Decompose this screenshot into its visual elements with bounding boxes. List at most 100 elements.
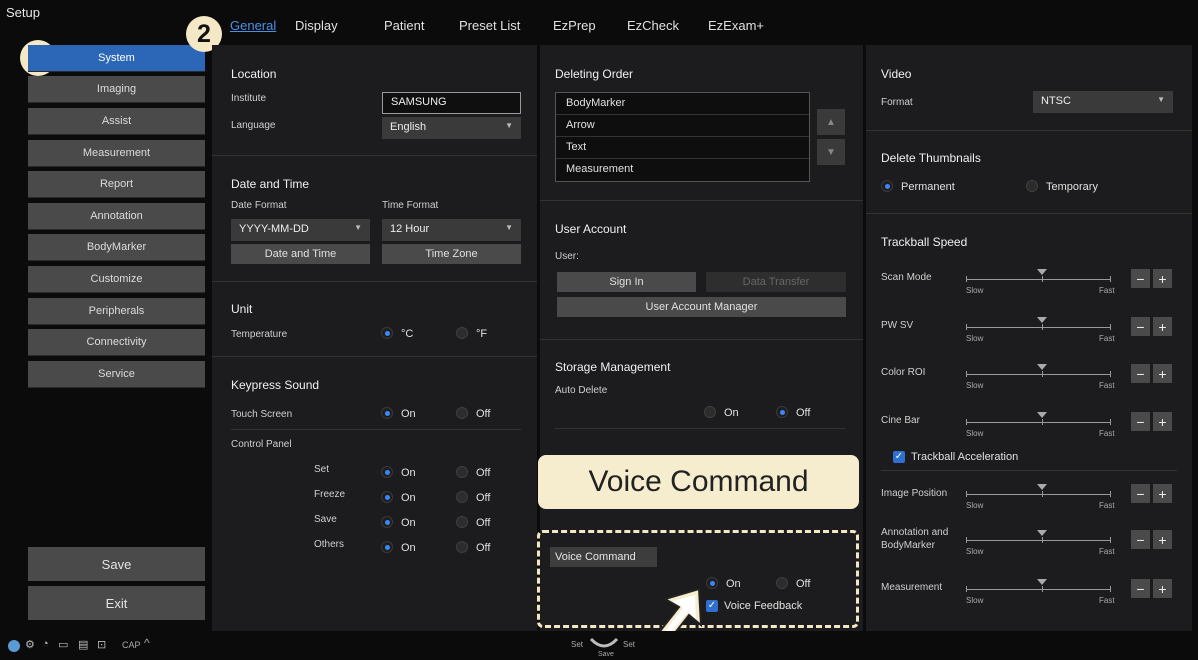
tab-display[interactable]: Display [295,18,338,33]
save-off-label: Off [476,517,491,529]
setup-window: Setup 1 System Imaging Assist Measuremen… [0,0,1198,660]
auto-delete-off-radio[interactable] [776,406,788,418]
minus-icon: − [1136,413,1145,430]
set-on-radio[interactable] [381,466,393,478]
minus-button[interactable]: − [1131,364,1150,383]
slider-thumb[interactable] [1037,579,1047,585]
minus-button[interactable]: − [1131,579,1150,598]
measurement-slider[interactable] [966,589,1111,590]
image-position-slider[interactable] [966,494,1111,495]
sidebar-item-service[interactable]: Service [28,361,205,388]
plus-button[interactable]: + [1153,412,1172,431]
tab-ezcheck[interactable]: EzCheck [627,18,679,33]
voice-on-label: On [726,578,741,590]
trackball-acceleration-checkbox[interactable]: ✓ [893,451,905,463]
sidebar-item-bodymarker[interactable]: BodyMarker [28,234,205,261]
color-roi-slider[interactable] [966,374,1111,375]
list-item[interactable]: BodyMarker [556,93,809,115]
slider-thumb[interactable] [1037,364,1047,370]
measurement-speed-label: Measurement [881,582,943,593]
plus-button[interactable]: + [1153,530,1172,549]
minus-button[interactable]: − [1131,484,1150,503]
data-transfer-button[interactable]: Data Transfer [706,272,846,292]
sidebar-item-connectivity[interactable]: Connectivity [28,329,205,356]
cine-bar-slider[interactable] [966,422,1111,423]
minus-button[interactable]: − [1131,317,1150,336]
list-item[interactable]: Text [556,137,809,159]
plus-button[interactable]: + [1153,269,1172,288]
tab-general[interactable]: General [230,18,276,33]
pw-sv-slider[interactable] [966,327,1111,328]
user-account-manager-button[interactable]: User Account Manager [557,297,846,317]
institute-input[interactable]: SAMSUNG [382,92,521,114]
tab-patient[interactable]: Patient [384,18,424,33]
annotation-bodymarker-slider[interactable] [966,540,1111,541]
video-format-select[interactable]: NTSC ▼ [1033,91,1173,113]
slider-thumb[interactable] [1037,317,1047,323]
move-up-button[interactable]: ▲ [817,109,845,135]
touch-off-radio[interactable] [456,407,468,419]
slow-label: Slow [966,429,984,438]
minus-button[interactable]: − [1131,269,1150,288]
fast-label: Fast [1099,334,1115,343]
others-off-radio[interactable] [456,541,468,553]
save-on-radio[interactable] [381,516,393,528]
slider-thumb[interactable] [1037,412,1047,418]
voice-off-radio[interactable] [776,577,788,589]
minus-icon: − [1136,580,1145,597]
date-and-time-button[interactable]: Date and Time [231,244,370,264]
tick [1042,586,1043,592]
touch-on-radio[interactable] [381,407,393,419]
plus-button[interactable]: + [1153,364,1172,383]
minus-button[interactable]: − [1131,530,1150,549]
move-down-button[interactable]: ▼ [817,139,845,165]
sign-in-button[interactable]: Sign In [557,272,696,292]
slider-thumb[interactable] [1037,530,1047,536]
unit-title: Unit [231,302,253,316]
save-button[interactable]: Save [28,547,205,581]
keypress-title: Keypress Sound [231,378,320,392]
sidebar-item-system[interactable]: System [28,45,205,72]
tick [1110,276,1111,282]
slider-thumb[interactable] [1037,484,1047,490]
chevron-up-icon[interactable]: ^ [144,636,150,650]
sidebar-item-annotation[interactable]: Annotation [28,203,205,230]
delete-thumbnails-title: Delete Thumbnails [881,151,981,165]
fahrenheit-radio[interactable] [456,327,468,339]
tab-ezprep[interactable]: EzPrep [553,18,596,33]
celsius-label: °C [401,328,414,340]
minus-button[interactable]: − [1131,412,1150,431]
exit-button[interactable]: Exit [28,586,205,620]
time-format-select[interactable]: 12 Hour ▼ [382,219,521,241]
sidebar-item-customize[interactable]: Customize [28,266,205,293]
temporary-radio[interactable] [1026,180,1038,192]
freeze-label: Freeze [314,489,346,500]
permanent-radio[interactable] [881,180,893,192]
plus-button[interactable]: + [1153,317,1172,336]
sidebar-item-assist[interactable]: Assist [28,108,205,135]
slider-thumb[interactable] [1037,269,1047,275]
auto-delete-on-radio[interactable] [704,406,716,418]
scan-mode-slider[interactable] [966,279,1111,280]
freeze-off-radio[interactable] [456,491,468,503]
plus-button[interactable]: + [1153,484,1172,503]
sidebar-item-report[interactable]: Report [28,171,205,198]
others-on-radio[interactable] [381,541,393,553]
celsius-radio[interactable] [381,327,393,339]
tab-ezexam[interactable]: EzExam+ [708,18,764,33]
tab-preset-list[interactable]: Preset List [459,18,520,33]
list-item[interactable]: Arrow [556,115,809,137]
sidebar-item-peripherals[interactable]: Peripherals [28,298,205,325]
date-format-select[interactable]: YYYY-MM-DD ▼ [231,219,370,241]
list-item[interactable]: Measurement [556,159,809,181]
plus-button[interactable]: + [1153,579,1172,598]
sidebar-item-measurement[interactable]: Measurement [28,140,205,167]
save-off-radio[interactable] [456,516,468,528]
freeze-on-radio[interactable] [381,491,393,503]
set-off-radio[interactable] [456,466,468,478]
language-select[interactable]: English ▼ [382,117,521,139]
sidebar-item-imaging[interactable]: Imaging [28,76,205,103]
deleting-order-list[interactable]: BodyMarker Arrow Text Measurement [555,92,810,182]
time-zone-button[interactable]: Time Zone [382,244,521,264]
date-format-value: YYYY-MM-DD [239,223,309,235]
